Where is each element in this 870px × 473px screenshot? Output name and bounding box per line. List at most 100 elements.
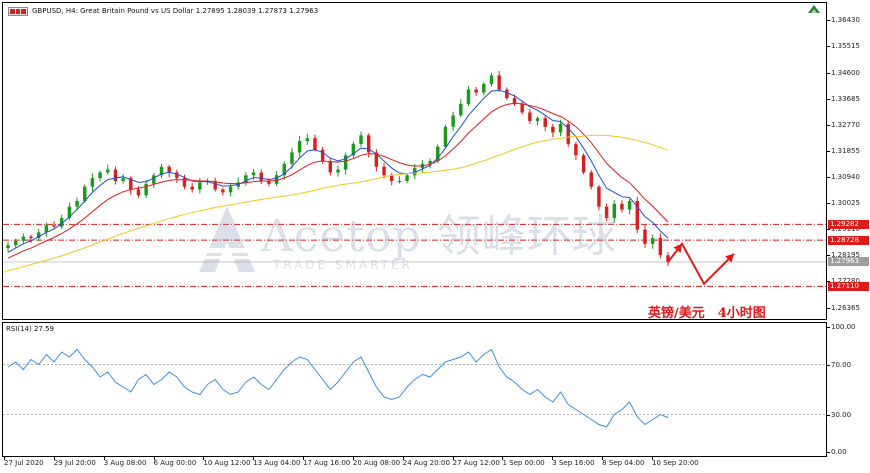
time-tick-label: 1 Sep 00:00 xyxy=(502,459,545,467)
rsi-tick-label: 100.00 xyxy=(831,323,856,331)
candle-body xyxy=(328,161,333,173)
price-tick-label: 1.32770 xyxy=(831,120,860,129)
candle-body xyxy=(21,236,26,241)
price-level-tag: 1.29282 xyxy=(828,219,869,229)
rsi-tick-mark xyxy=(827,364,830,366)
candle-body xyxy=(658,238,663,256)
price-level-tag: 1.28728 xyxy=(828,235,869,245)
one-click-trading-icon[interactable] xyxy=(808,4,820,13)
price-tick-label: 1.35515 xyxy=(831,42,860,51)
price-tick-label: 1.36430 xyxy=(831,16,860,25)
candle-body xyxy=(405,175,409,181)
candle-body xyxy=(336,169,340,173)
candle-body xyxy=(451,115,455,127)
price-tick-mark xyxy=(827,203,830,205)
price-tick-label: 1.26365 xyxy=(831,303,860,312)
candle-body xyxy=(543,118,547,127)
time-tick-mark xyxy=(4,457,5,460)
candle-body xyxy=(497,75,501,90)
candle-body xyxy=(489,75,494,84)
time-tick-mark xyxy=(352,457,354,460)
candle-body xyxy=(597,186,601,207)
price-axis: 1.36430 1.35515 1.34600 1.33685 1.32770 1.318… xyxy=(827,2,870,320)
price-tick-label: 1.33685 xyxy=(831,94,860,103)
price-tick-label: 1.31855 xyxy=(831,146,860,155)
time-tick-label: 20 Aug 08:00 xyxy=(352,459,401,467)
candle-body xyxy=(251,172,256,176)
candle-body xyxy=(551,126,555,133)
candle-body xyxy=(106,169,110,173)
candle-body xyxy=(313,138,317,150)
candle-body xyxy=(29,236,33,239)
candle-body xyxy=(167,166,171,173)
price-tick-mark xyxy=(827,229,830,231)
candle-body xyxy=(113,169,118,181)
price-tick-mark xyxy=(827,255,830,257)
price-tick-label: 1.30025 xyxy=(831,199,860,208)
candle-body xyxy=(604,206,609,219)
time-tick-mark xyxy=(402,457,404,460)
candle-body xyxy=(198,182,202,190)
time-tick-mark xyxy=(203,457,205,460)
time-tick-label: 10 Sep 20:00 xyxy=(652,459,699,467)
candle-body xyxy=(389,175,394,181)
chart-canvas xyxy=(2,70,826,428)
price-tick-mark xyxy=(827,307,830,309)
time-tick-mark xyxy=(452,457,454,460)
time-tick-mark xyxy=(602,457,604,460)
candle-body xyxy=(259,172,263,181)
candle-body xyxy=(443,126,448,147)
candle-body xyxy=(528,112,532,122)
candle-body xyxy=(359,135,363,144)
price-level-tag: 1.27963 xyxy=(828,257,869,267)
price-tick-label: 1.30940 xyxy=(831,172,860,181)
price-tick-label: 1.34600 xyxy=(831,68,860,77)
time-tick-label: 27 Aug 12:00 xyxy=(452,459,500,467)
time-tick-label: 17 Aug 16:00 xyxy=(303,459,351,467)
candle-body xyxy=(574,143,578,156)
time-tick-label: 24 Aug 20:00 xyxy=(402,459,450,467)
candle-body xyxy=(612,203,617,219)
candle-body xyxy=(320,149,325,161)
time-tick-mark xyxy=(253,457,255,460)
candle-body xyxy=(6,245,10,249)
symbol-info-text: GBPUSD, H4: Great Britain Pound vs US Do… xyxy=(32,7,319,15)
candle-body xyxy=(228,186,233,193)
candle-body xyxy=(90,178,95,187)
time-tick-mark xyxy=(53,457,55,460)
candle-body xyxy=(221,189,225,193)
candle-body xyxy=(190,186,194,190)
rsi-axis: 100.00 70.00 30.00 0.00 xyxy=(827,322,870,457)
price-tick-mark xyxy=(827,150,830,152)
time-tick-label: 6 Aug 00:00 xyxy=(153,459,197,467)
candle-body xyxy=(535,118,540,122)
candle-body xyxy=(83,186,87,201)
rsi-tick-mark xyxy=(827,414,830,416)
time-tick-label: 27 Jul 2020 xyxy=(4,459,44,467)
candle-body xyxy=(505,89,509,99)
rsi-tick-mark xyxy=(827,327,830,328)
rsi-line xyxy=(7,348,669,428)
candle-body xyxy=(382,166,386,176)
rsi-tick-label: 70.00 xyxy=(831,360,852,369)
time-tick-label: 29 Jul 20:00 xyxy=(53,459,96,467)
price-level-tag: 1.27110 xyxy=(828,281,869,291)
time-tick-mark xyxy=(552,457,554,460)
candle-body xyxy=(98,172,102,179)
chart-annotation: 英镑/美元 4小时图 xyxy=(648,306,766,321)
price-tick-mark xyxy=(827,46,830,48)
chart-menu-icon[interactable] xyxy=(8,6,28,16)
price-tick-mark xyxy=(827,124,830,126)
candle-body xyxy=(136,189,141,196)
chart-window: GBPUSD, H4: Great Britain Pound vs US Do… xyxy=(0,0,870,473)
candle-body xyxy=(290,152,294,164)
price-tick-mark xyxy=(827,72,830,74)
candle-body xyxy=(643,229,647,244)
candle-body xyxy=(297,141,302,153)
time-tick-label: 3 Aug 08:00 xyxy=(103,459,147,467)
candle-body xyxy=(13,240,18,246)
time-tick-mark xyxy=(103,457,105,460)
candle-body xyxy=(305,138,310,142)
candle-body xyxy=(627,200,632,210)
candle-body xyxy=(52,225,56,227)
